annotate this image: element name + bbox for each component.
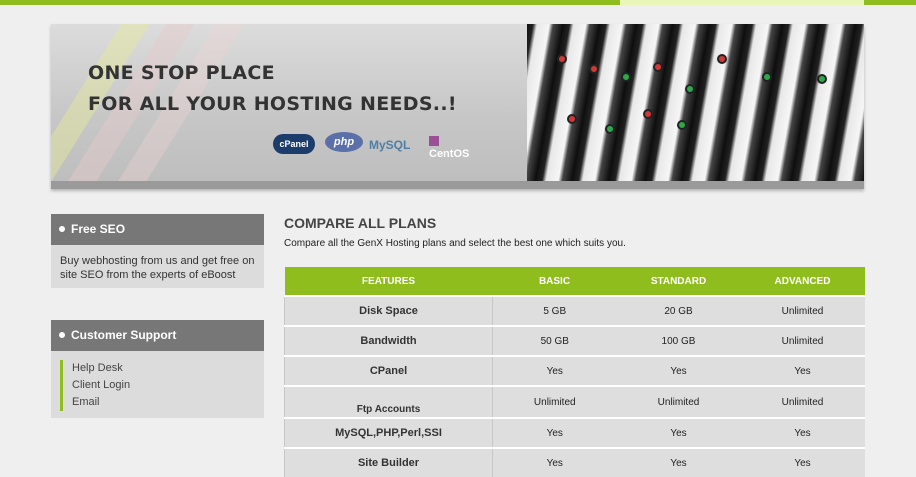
customer-support-header: Customer Support <box>51 320 264 351</box>
advanced-cell: Unlimited <box>740 385 865 418</box>
page-subtitle: Compare all the GenX Hosting plans and s… <box>284 238 626 249</box>
server-led <box>717 54 727 64</box>
banner-headline: ONE STOP PLACE FOR ALL YOUR HOSTING NEED… <box>88 58 457 120</box>
table-header-row: FEATURES BASIC STANDARD ADVANCED <box>284 267 865 296</box>
free-seo-text: Buy webhosting from us and get free on s… <box>60 255 255 281</box>
advanced-cell: Yes <box>740 447 865 477</box>
basic-cell: 5 GB <box>492 295 617 326</box>
banner-line-2: FOR ALL YOUR HOSTING NEEDS..! <box>88 93 457 115</box>
server-led <box>621 72 631 82</box>
header-basic: BASIC <box>492 267 617 296</box>
free-seo-header: Free SEO <box>51 214 264 245</box>
server-led <box>762 72 772 82</box>
advanced-cell: Yes <box>740 417 865 448</box>
standard-cell: Unlimited <box>616 385 741 418</box>
feature-cell: Ftp Accounts <box>284 385 493 418</box>
header-features: FEATURES <box>284 267 493 296</box>
cpanel-logo: cPanel <box>273 134 315 154</box>
feature-cell: CPanel <box>284 355 493 386</box>
bullet-icon <box>59 226 65 232</box>
server-led <box>817 74 827 84</box>
centos-icon <box>429 136 439 146</box>
header-standard: STANDARD <box>616 267 741 296</box>
advanced-cell: Unlimited <box>740 295 865 326</box>
table-row: Site Builder Yes Yes Yes <box>284 447 865 477</box>
basic-cell: Unlimited <box>492 385 617 418</box>
support-link-help-desk[interactable]: Help Desk <box>60 360 264 377</box>
customer-support-title: Customer Support <box>71 328 177 342</box>
table-row: MySQL,PHP,Perl,SSI Yes Yes Yes <box>284 417 865 448</box>
feature-cell: MySQL,PHP,Perl,SSI <box>284 417 493 448</box>
advanced-cell: Unlimited <box>740 325 865 356</box>
server-led <box>567 114 577 124</box>
server-led <box>589 64 599 74</box>
basic-cell: 50 GB <box>492 325 617 356</box>
standard-cell: Yes <box>616 355 741 386</box>
table-row: Ftp Accounts Unlimited Unlimited Unlimit… <box>284 385 865 418</box>
banner-line-1: ONE STOP PLACE <box>88 62 275 84</box>
hero-banner: ONE STOP PLACE FOR ALL YOUR HOSTING NEED… <box>51 24 864 189</box>
php-logo: php <box>325 132 363 152</box>
standard-cell: Yes <box>616 417 741 448</box>
standard-cell: Yes <box>616 447 741 477</box>
basic-cell: Yes <box>492 355 617 386</box>
table-row: Bandwidth 50 GB 100 GB Unlimited <box>284 325 865 356</box>
support-links: Help Desk Client Login Email <box>51 351 264 411</box>
free-seo-panel: Free SEO Buy webhosting from us and get … <box>51 214 264 288</box>
header-advanced: ADVANCED <box>740 267 865 296</box>
mysql-logo: MySQL <box>369 138 411 152</box>
plans-comparison-table: FEATURES BASIC STANDARD ADVANCED Disk Sp… <box>284 267 865 477</box>
server-led <box>643 109 653 119</box>
server-led <box>677 120 687 130</box>
centos-label: CentOS <box>429 148 470 160</box>
page-title: COMPARE ALL PLANS <box>284 215 437 231</box>
server-led <box>557 54 567 64</box>
centos-logo: CentOS <box>429 136 469 160</box>
advanced-cell: Yes <box>740 355 865 386</box>
support-link-email[interactable]: Email <box>60 394 264 411</box>
feature-cell: Bandwidth <box>284 325 493 356</box>
standard-cell: 20 GB <box>616 295 741 326</box>
table-row: Disk Space 5 GB 20 GB Unlimited <box>284 295 865 326</box>
feature-cell: Site Builder <box>284 447 493 477</box>
server-led <box>685 84 695 94</box>
basic-cell: Yes <box>492 417 617 448</box>
top-accent-highlight <box>620 0 864 5</box>
customer-support-panel: Customer Support Help Desk Client Login … <box>51 320 264 418</box>
feature-cell: Disk Space <box>284 295 493 326</box>
support-link-client-login[interactable]: Client Login <box>60 377 264 394</box>
banner-bottom-edge <box>51 181 864 189</box>
server-led <box>653 62 663 72</box>
free-seo-title: Free SEO <box>71 222 126 236</box>
server-rack-image <box>527 24 864 189</box>
table-row: CPanel Yes Yes Yes <box>284 355 865 386</box>
server-led <box>605 124 615 134</box>
standard-cell: 100 GB <box>616 325 741 356</box>
basic-cell: Yes <box>492 447 617 477</box>
bullet-icon <box>59 332 65 338</box>
